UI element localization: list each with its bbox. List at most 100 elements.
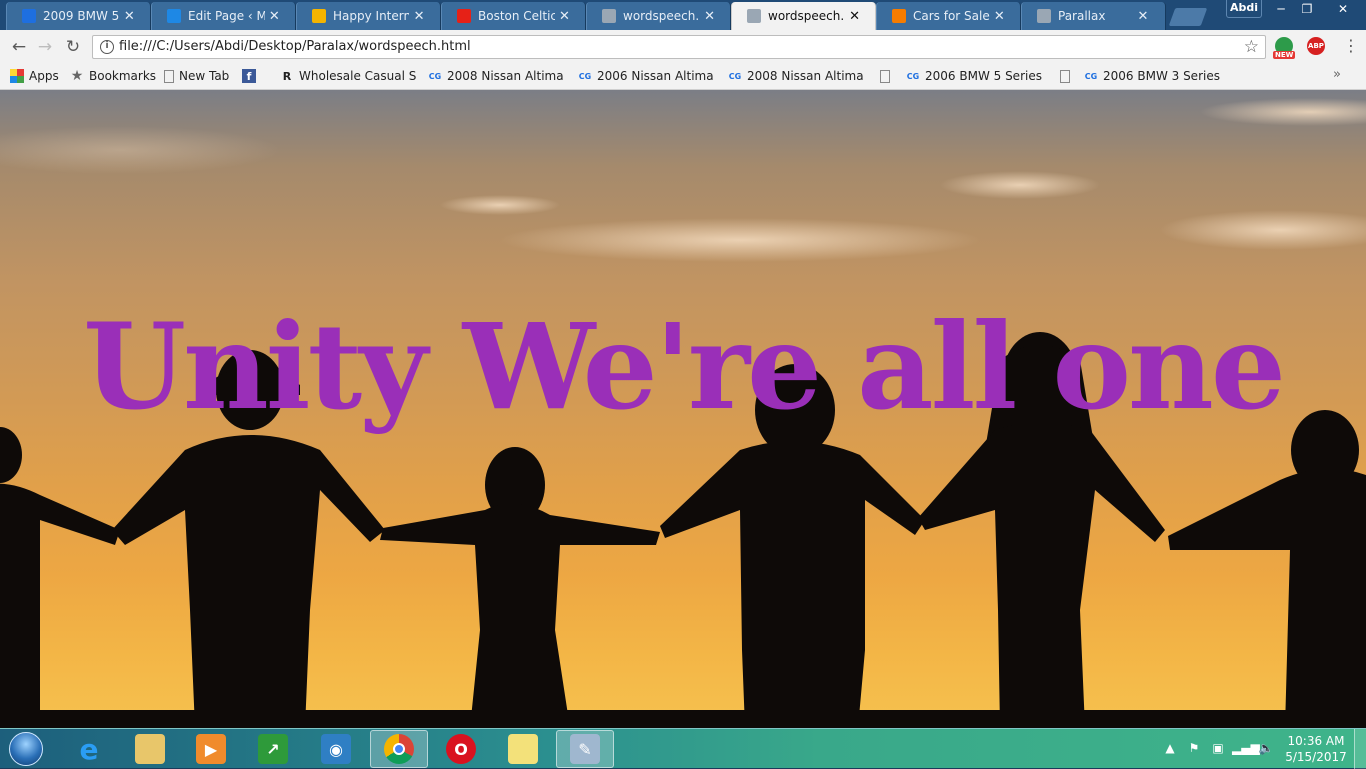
info-icon[interactable]: i (100, 40, 114, 54)
new-tab-button[interactable] (1168, 8, 1208, 26)
tab-close-icon[interactable]: ✕ (704, 9, 715, 24)
ag-icon (167, 9, 181, 23)
tab-title: Happy Internet (333, 9, 410, 23)
tab-title: Boston Celtics v (478, 9, 555, 23)
back-arrow-icon[interactable]: ← (8, 36, 30, 58)
minimize-icon[interactable]: ─ (1268, 0, 1294, 18)
bookmark-item[interactable]: CG 2008 Nissan Altima 2. (728, 68, 868, 84)
bookmark-item[interactable]: CG 2006 BMW 3 Series 32 (1084, 68, 1224, 84)
tab-close-icon[interactable]: ✕ (849, 9, 860, 24)
device-icon[interactable]: ▣ (1208, 741, 1228, 757)
tab-2[interactable]: Edit Page ‹ MHS ✕ (145, 2, 290, 30)
opera-icon: O (446, 734, 476, 764)
bookmark-label: Bookmarks (89, 69, 156, 83)
wifi-app-icon: ◉ (321, 734, 351, 764)
signal-bars-icon[interactable]: ▂▄▆ (1232, 741, 1260, 757)
bookmark-label: 2008 Nissan Altima 2. (747, 69, 868, 83)
tab-close-icon[interactable]: ✕ (1136, 9, 1150, 24)
taskbar-button[interactable] (370, 730, 428, 768)
bookmark-item[interactable]: ★ Bookmarks (70, 68, 156, 84)
taskbar-button[interactable] (121, 730, 179, 768)
tab-title: wordspeech.htm (623, 9, 700, 23)
volume-muted-icon[interactable]: 🔈 (1256, 741, 1276, 757)
bookmark-item[interactable]: CG 2006 BMW 5 Series 5 (906, 68, 1046, 84)
bookmark-label: New Tab (179, 69, 230, 83)
file-icon (1060, 69, 1070, 83)
youtube-icon (457, 9, 471, 23)
window-controls: ─ ❐ ✕ (1268, 0, 1366, 18)
bookmark-label: 2006 Nissan Altima 2. (597, 69, 718, 83)
tab-title: wordspeech.htm (768, 9, 845, 23)
cg-icon (22, 9, 36, 23)
tab-close-icon[interactable]: ✕ (994, 9, 1005, 24)
chrome-menu-icon[interactable]: ⋮ (1343, 38, 1359, 54)
bookmark-item[interactable]: CG 2006 Nissan Altima 2. (578, 68, 718, 84)
address-url[interactable]: file:///C:/Users/Abdi/Desktop/Paralax/wo… (119, 39, 471, 54)
tab-strip: 2009 BMW 5 Se✕Edit Page ‹ MHS✕Happy Inte… (0, 2, 1160, 30)
apps-grid-icon (10, 69, 24, 83)
clock-time: 10:36 AM (1287, 734, 1345, 748)
taskbar-button[interactable]: ▶ (182, 730, 240, 768)
tab-title: Parallax (1058, 9, 1106, 23)
tab-8[interactable]: Parallax ✕ (1015, 2, 1160, 30)
tab-close-icon[interactable]: ✕ (559, 9, 570, 24)
bookmark-label: Wholesale Casual Slim (299, 69, 416, 83)
star-icon: ★ (70, 68, 84, 84)
clock-date: 5/15/2017 (1285, 750, 1347, 764)
taskbar-button[interactable]: e (60, 730, 118, 768)
show-desktop-button[interactable] (1354, 729, 1366, 769)
cg-icon: CG (1084, 71, 1098, 81)
taskbar-button[interactable]: O (432, 730, 490, 768)
bookmark-item[interactable]: R Wholesale Casual Slim (280, 68, 416, 84)
bookmark-star-icon[interactable]: ☆ (1244, 37, 1259, 57)
tab-6[interactable]: wordspeech.htm ✕ (725, 2, 870, 30)
taskbar-button[interactable]: ✎ (556, 730, 614, 768)
file-icon (164, 69, 174, 83)
windows-logo-icon (9, 732, 43, 766)
pinwheel-icon (312, 9, 326, 23)
file-icon (747, 9, 761, 23)
sticky-notes-icon (508, 734, 538, 764)
bookmark-item[interactable] (880, 68, 900, 84)
taskbar-button[interactable] (494, 730, 552, 768)
taskbar-button[interactable]: ◉ (307, 730, 365, 768)
adblock-icon[interactable]: ABP (1307, 37, 1325, 55)
bookmarks-overflow-chevron-icon[interactable]: » (1333, 67, 1341, 82)
tab-1[interactable]: 2009 BMW 5 Se ✕ (0, 2, 145, 30)
action-center-flag-icon[interactable]: ⚑ (1184, 741, 1204, 757)
tab-title: Cars for Sale: U (913, 9, 990, 23)
bookmark-item[interactable]: Apps (10, 68, 66, 84)
bookmark-label: 2008 Nissan Altima 2. (447, 69, 568, 83)
system-tray: ▲ ⚑ ▣ ▂▄▆ 🔈 (1160, 729, 1280, 769)
show-hidden-icons-icon[interactable]: ▲ (1160, 741, 1180, 757)
tab-5[interactable]: wordspeech.htm ✕ (580, 2, 725, 30)
stock-chart-icon: ↗ (258, 734, 288, 764)
page-headline: Unity We're all one (83, 297, 1286, 436)
bookmark-item[interactable]: New Tab (164, 68, 234, 84)
restore-icon[interactable]: ❐ (1294, 0, 1320, 18)
bookmarks-bar: Apps ★ Bookmarks New Tab f R Wholesale Casual … (0, 63, 1366, 90)
tab-4[interactable]: Boston Celtics v ✕ (435, 2, 580, 30)
tab-7[interactable]: Cars for Sale: U ✕ (870, 2, 1015, 30)
browser-toolbar: ← → ↻ i file:///C:/Users/Abdi/Desktop/Pa… (0, 30, 1366, 63)
start-button[interactable] (6, 730, 46, 768)
profile-button[interactable]: Abdi (1226, 0, 1262, 18)
taskbar-button[interactable]: ↗ (244, 730, 302, 768)
forward-arrow-icon[interactable]: → (34, 36, 56, 58)
address-bar[interactable]: i file:///C:/Users/Abdi/Desktop/Paralax/… (92, 35, 1266, 59)
tab-close-icon[interactable]: ✕ (269, 9, 280, 24)
file-explorer-icon (135, 734, 165, 764)
bookmark-item[interactable]: CG 2008 Nissan Altima 2. (428, 68, 568, 84)
tab-close-icon[interactable]: ✕ (124, 9, 135, 24)
bookmark-item[interactable]: f (242, 68, 262, 84)
extension-badge: NEW (1273, 51, 1296, 59)
window-close-icon[interactable]: ✕ (1320, 0, 1366, 18)
cg-icon: CG (728, 71, 742, 81)
taskbar-clock[interactable]: 10:36 AM 5/15/2017 (1282, 733, 1350, 765)
cg-icon: CG (578, 71, 592, 81)
tab-close-icon[interactable]: ✕ (413, 9, 425, 24)
tab-3[interactable]: Happy Internet✕ (290, 2, 435, 30)
reload-icon[interactable]: ↻ (62, 36, 84, 58)
bookmark-item[interactable] (1060, 68, 1080, 84)
r-icon: R (282, 69, 292, 83)
